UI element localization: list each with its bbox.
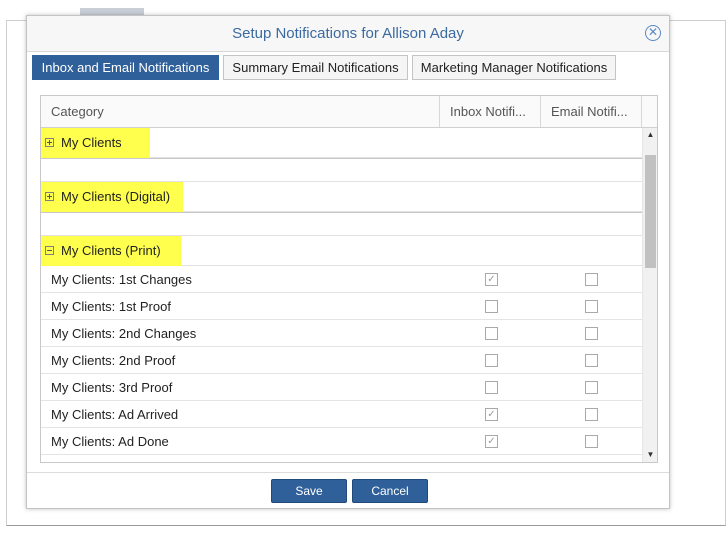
table-row: My Clients: Ad Arrived ✓: [41, 401, 642, 428]
scroll-up-arrow-icon[interactable]: ▲: [645, 129, 656, 141]
dialog-titlebar: Setup Notifications for Allison Aday ✕: [27, 16, 669, 52]
notifications-grid: Category Inbox Notifi... Email Notifi...…: [40, 95, 658, 463]
expand-icon[interactable]: [45, 138, 54, 147]
cancel-button[interactable]: Cancel: [352, 479, 428, 503]
inbox-checkbox[interactable]: ✓: [485, 273, 498, 286]
save-button[interactable]: Save: [271, 479, 347, 503]
email-checkbox[interactable]: [585, 381, 598, 394]
column-header-email[interactable]: Email Notifi...: [551, 96, 641, 127]
email-checkbox[interactable]: [585, 273, 598, 286]
tab-marketing-manager-notifications[interactable]: Marketing Manager Notifications: [412, 55, 616, 80]
email-checkbox[interactable]: [585, 408, 598, 421]
table-row: My Clients: 1st Proof: [41, 293, 642, 320]
table-row: My Clients: 2nd Changes: [41, 320, 642, 347]
tab-inbox-email-notifications[interactable]: Inbox and Email Notifications: [32, 55, 219, 80]
row-label: My Clients: 3rd Proof: [51, 380, 173, 395]
email-checkbox[interactable]: [585, 327, 598, 340]
group-row-my-clients[interactable]: My Clients: [41, 128, 642, 158]
row-label: My Clients: Ad Done: [51, 434, 169, 449]
scroll-down-arrow-icon[interactable]: ▼: [645, 449, 656, 461]
notifications-dialog: Setup Notifications for Allison Aday ✕ I…: [26, 15, 670, 509]
group-label: My Clients: [61, 135, 122, 150]
column-divider: [641, 96, 642, 127]
column-header-inbox[interactable]: Inbox Notifi...: [450, 96, 540, 127]
table-row: My Clients: 3rd Proof: [41, 374, 642, 401]
expand-icon[interactable]: [45, 192, 54, 201]
group-row-my-clients-print[interactable]: My Clients (Print): [41, 236, 642, 266]
collapse-icon[interactable]: [45, 246, 54, 255]
tab-summary-email-notifications[interactable]: Summary Email Notifications: [223, 55, 408, 80]
column-header-category[interactable]: Category: [51, 96, 431, 127]
column-divider[interactable]: [540, 96, 541, 127]
dialog-title: Setup Notifications for Allison Aday: [232, 25, 464, 42]
table-row: My Clients: 2nd Proof: [41, 347, 642, 374]
group-label: My Clients (Digital): [61, 189, 171, 204]
inbox-checkbox[interactable]: ✓: [485, 408, 498, 421]
vertical-scrollbar[interactable]: ▲ ▼: [642, 128, 657, 462]
dialog-footer: Save Cancel: [27, 472, 669, 509]
row-label: My Clients: 1st Changes: [51, 272, 192, 287]
empty-group-row: [41, 158, 642, 182]
email-checkbox[interactable]: [585, 354, 598, 367]
email-checkbox[interactable]: [585, 300, 598, 313]
group-row-my-clients-digital[interactable]: My Clients (Digital): [41, 182, 642, 212]
column-divider[interactable]: [439, 96, 440, 127]
row-label: My Clients: 1st Proof: [51, 299, 171, 314]
row-label: My Clients: Ad Arrived: [51, 407, 179, 422]
row-label: My Clients: 2nd Changes: [51, 326, 197, 341]
table-row: My Clients: Ad Done ✓: [41, 428, 642, 455]
close-icon[interactable]: ✕: [645, 25, 661, 41]
inbox-checkbox[interactable]: [485, 354, 498, 367]
scrollbar-thumb[interactable]: [645, 155, 656, 268]
inbox-checkbox[interactable]: [485, 327, 498, 340]
inbox-checkbox[interactable]: [485, 300, 498, 313]
empty-group-row: [41, 212, 642, 236]
row-label: My Clients: 2nd Proof: [51, 353, 176, 368]
table-row: My Clients: 1st Changes ✓: [41, 266, 642, 293]
inbox-checkbox[interactable]: ✓: [485, 435, 498, 448]
email-checkbox[interactable]: [585, 435, 598, 448]
grid-header: Category Inbox Notifi... Email Notifi...: [41, 96, 657, 128]
group-label: My Clients (Print): [61, 243, 161, 258]
inbox-checkbox[interactable]: [485, 381, 498, 394]
